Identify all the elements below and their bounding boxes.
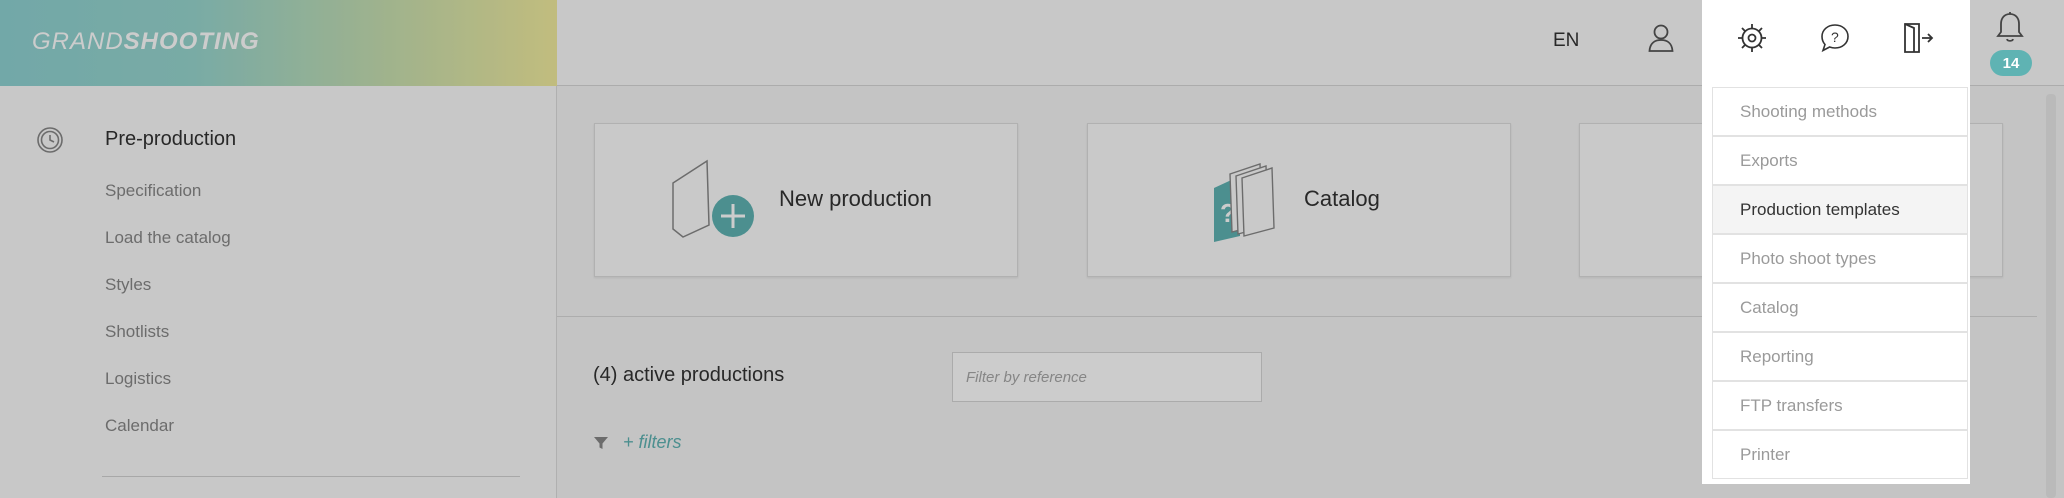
svg-text:?: ? (1831, 29, 1839, 45)
menu-item-production-templates[interactable]: Production templates (1712, 185, 1968, 234)
notification-count-badge[interactable]: 14 (1990, 50, 2032, 76)
header-active-icons-area: ? (1702, 0, 1970, 87)
menu-item-printer[interactable]: Printer (1712, 430, 1968, 479)
settings-dropdown-menu: Shooting methods Exports Production temp… (1702, 87, 1970, 484)
menu-item-photo-shoot-types[interactable]: Photo shoot types (1712, 234, 1968, 283)
logout-door-icon[interactable] (1898, 18, 1938, 58)
menu-item-ftp-transfers[interactable]: FTP transfers (1712, 381, 1968, 430)
help-icon[interactable]: ? (1815, 18, 1855, 58)
notifications-bell-icon[interactable] (1990, 8, 2030, 48)
menu-item-exports[interactable]: Exports (1712, 136, 1968, 185)
menu-item-shooting-methods[interactable]: Shooting methods (1712, 87, 1968, 136)
menu-item-reporting[interactable]: Reporting (1712, 332, 1968, 381)
settings-gear-icon[interactable] (1732, 18, 1772, 58)
menu-item-catalog[interactable]: Catalog (1712, 283, 1968, 332)
